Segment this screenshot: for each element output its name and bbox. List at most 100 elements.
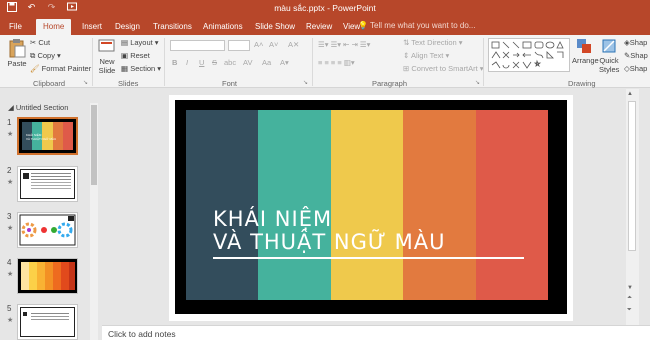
- font-group-label: Font: [222, 79, 238, 88]
- scroll-up-icon[interactable]: ▲: [627, 91, 633, 97]
- scrollbar-thumb[interactable]: [91, 105, 97, 185]
- tab-file[interactable]: File: [9, 20, 22, 35]
- brush-icon: 🖌: [30, 64, 40, 73]
- chevron-down-icon: ◢: [8, 103, 14, 112]
- separator: [483, 38, 484, 86]
- tab-slide-show[interactable]: Slide Show: [255, 20, 295, 35]
- slide-thumbnail-4[interactable]: [17, 258, 78, 294]
- title-underline: [213, 257, 524, 259]
- copy-button[interactable]: ⧉ Copy ▾: [30, 51, 61, 61]
- italic-button[interactable]: I: [186, 58, 188, 67]
- font-color-button[interactable]: A▾: [280, 58, 289, 67]
- tab-insert[interactable]: Insert: [82, 20, 102, 35]
- animation-star-icon: ★: [7, 271, 14, 278]
- layout-button[interactable]: ▤ Layout ▾: [121, 38, 159, 47]
- font-dialog-launcher[interactable]: ↘: [303, 79, 308, 86]
- cut-button[interactable]: ✂ Cut: [30, 38, 50, 47]
- tab-animations[interactable]: Animations: [203, 20, 243, 35]
- arrange-button[interactable]: Arrange: [572, 38, 599, 65]
- arrange-icon: [577, 39, 591, 53]
- paste-icon: [9, 39, 26, 58]
- font-size-box[interactable]: [228, 40, 250, 51]
- shape-outline-button[interactable]: ✎Shap: [624, 51, 648, 60]
- change-case-button[interactable]: Aa: [262, 58, 271, 67]
- thumbnail-scrollbar[interactable]: [90, 103, 98, 340]
- slide-number: 1: [7, 118, 12, 127]
- strikethrough-button[interactable]: S: [212, 58, 217, 67]
- shape-effects-button[interactable]: ◇Shap: [624, 64, 647, 73]
- scissors-icon: ✂: [30, 38, 37, 47]
- slide-color-stripes: [186, 110, 548, 300]
- slide-number: 5: [7, 304, 12, 313]
- copy-icon: ⧉: [30, 51, 36, 60]
- section-button[interactable]: ▦ Section ▾: [121, 64, 161, 73]
- tab-transitions[interactable]: Transitions: [153, 20, 192, 35]
- notes-placeholder[interactable]: Click to add notes: [108, 329, 176, 339]
- separator: [312, 38, 313, 86]
- slide-thumbnail-5[interactable]: [17, 304, 78, 340]
- clipboard-dialog-launcher[interactable]: ↘: [83, 79, 88, 86]
- paragraph-group-label: Paragraph: [372, 79, 408, 88]
- new-slide-button[interactable]: New Slide: [96, 39, 118, 75]
- slides-group-label: Slides: [118, 79, 139, 88]
- ribbon-tabs: File Home Insert Design Transitions Anim…: [0, 17, 650, 35]
- lightbulb-icon: 💡: [358, 21, 368, 30]
- animation-star-icon: ★: [7, 317, 14, 324]
- align-text-icon: ⇕: [403, 51, 410, 60]
- text-direction-button[interactable]: ⇅ Text Direction ▾: [403, 38, 463, 47]
- slide-title-line-2[interactable]: VÀ THUẬT NGỮ MÀU: [213, 230, 445, 254]
- bullets-button[interactable]: ☰▾ ☰▾ ⇤ ⇥ ☰▾: [318, 40, 370, 49]
- slide-title-line-1[interactable]: KHÁI NIỆM: [213, 207, 332, 231]
- slide-number: 4: [7, 258, 12, 267]
- font-name-box[interactable]: [170, 40, 225, 51]
- window-title: màu sắc.pptx - PowerPoint: [274, 3, 376, 13]
- section-icon: ▦: [121, 64, 129, 73]
- quick-styles-icon: [602, 39, 616, 53]
- character-spacing-button[interactable]: AV: [243, 58, 252, 67]
- paste-button[interactable]: Paste: [6, 38, 28, 68]
- stripe-teal: [258, 110, 331, 300]
- shape-fill-button[interactable]: ◈Shap: [624, 38, 647, 47]
- separator: [164, 38, 165, 86]
- animation-star-icon: ★: [7, 225, 14, 232]
- previous-slide-icon[interactable]: ⏶: [627, 295, 632, 302]
- stripe-red: [476, 110, 548, 300]
- quick-styles-button[interactable]: Quick Styles: [599, 38, 619, 74]
- stripe-dark-teal: [186, 110, 258, 300]
- reset-button[interactable]: ▣ Reset: [121, 51, 150, 60]
- stripe-yellow: [331, 110, 403, 300]
- slide-number: 2: [7, 166, 12, 175]
- text-shadow-button[interactable]: abc: [224, 58, 236, 67]
- grow-font-icon[interactable]: A˄: [254, 40, 263, 49]
- shapes-gallery[interactable]: [488, 38, 570, 72]
- section-header[interactable]: ◢ Untitled Section: [8, 103, 68, 112]
- tell-me-box[interactable]: 💡 Tell me what you want to do...: [358, 21, 475, 30]
- clear-formatting-icon[interactable]: A✕: [288, 40, 299, 49]
- slide-thumbnail-2[interactable]: [17, 166, 78, 202]
- tab-design[interactable]: Design: [115, 20, 140, 35]
- layout-icon: ▤: [121, 38, 129, 47]
- bold-button[interactable]: B: [172, 58, 177, 67]
- clipboard-group-label: Clipboard: [33, 79, 66, 88]
- smartart-icon: ⊞: [403, 64, 410, 73]
- tab-home[interactable]: Home: [36, 19, 72, 35]
- text-direction-icon: ⇅: [403, 38, 410, 47]
- scroll-down-icon[interactable]: ▼: [627, 285, 633, 291]
- slide-thumbnail-1[interactable]: KHÁI NIỆM VÀ THUẬT NGỮ MÀU: [17, 117, 78, 155]
- paragraph-dialog-launcher[interactable]: ↘: [475, 79, 480, 86]
- drawing-group-label: Drawing: [568, 79, 596, 88]
- align-text-button[interactable]: ⇕ Align Text ▾: [403, 51, 449, 60]
- animation-star-icon: ★: [7, 131, 14, 138]
- format-painter-button[interactable]: 🖌 Format Painter: [30, 64, 91, 73]
- convert-smartart-button[interactable]: ⊞ Convert to SmartArt ▾: [403, 64, 484, 73]
- next-slide-icon[interactable]: ⏷: [627, 307, 632, 314]
- tab-review[interactable]: Review: [306, 20, 332, 35]
- shrink-font-icon[interactable]: A˅: [269, 40, 278, 49]
- underline-button[interactable]: U: [199, 58, 204, 67]
- slide-thumbnail-3[interactable]: [17, 212, 78, 248]
- slide-scrollbar[interactable]: ▲ ▼ ⏶ ⏷: [626, 89, 639, 325]
- align-buttons[interactable]: ≡ ≡ ≡ ≡ ▥▾: [318, 58, 355, 67]
- scrollbar-thumb[interactable]: [628, 101, 636, 251]
- thumbnail-title: KHÁI NIỆM VÀ THUẬT NGỮ MÀU: [26, 133, 57, 141]
- notes-pane[interactable]: Click to add notes: [102, 325, 650, 340]
